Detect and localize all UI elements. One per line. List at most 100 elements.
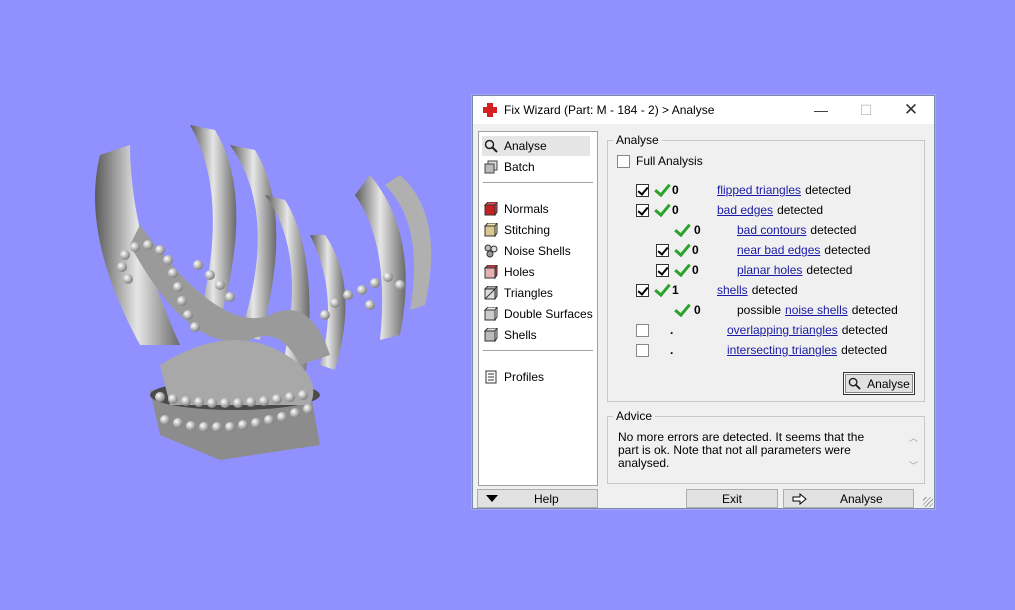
exit-button[interactable]: Exit: [686, 489, 778, 508]
check-icon: [674, 263, 690, 277]
near-bad-edges-row: 0 near bad edges detected: [656, 241, 870, 259]
analyse-next-button[interactable]: Analyse: [783, 489, 914, 508]
overlapping-triangles-row: . overlapping triangles detected: [636, 321, 888, 339]
planar-holes-row: 0 planar holes detected: [656, 261, 852, 279]
analyse-button-label: Analyse: [867, 376, 910, 391]
full-analysis-checkbox[interactable]: [617, 154, 630, 168]
bad-edges-row: 0 bad edges detected: [636, 201, 823, 219]
sidebar-item-label: Triangles: [504, 286, 553, 300]
result-suffix: detected: [777, 203, 824, 217]
triangle-down-icon: [486, 494, 498, 503]
close-button[interactable]: ✕: [888, 96, 934, 124]
noise-shells-icon: [484, 244, 498, 258]
intersecting-triangles-checkbox[interactable]: [636, 343, 649, 357]
title-bar[interactable]: Fix Wizard (Part: M - 184 - 2) > Analyse…: [473, 96, 934, 124]
check-icon: [654, 203, 670, 217]
sidebar-item-triangles[interactable]: Triangles: [483, 283, 553, 303]
analyse-group-label: Analyse: [613, 133, 662, 147]
wizard-sidebar: Analyse Batch Normals Stitching Noise Sh…: [478, 131, 598, 486]
intersecting-triangles-link[interactable]: intersecting triangles: [727, 343, 837, 357]
stitching-cube-icon: [483, 221, 498, 238]
result-count: 0: [692, 243, 699, 257]
sidebar-item-noise-shells[interactable]: Noise Shells: [484, 241, 571, 261]
planar-holes-checkbox[interactable]: [656, 263, 669, 277]
sidebar-item-holes[interactable]: Holes: [483, 262, 535, 282]
bad-contours-row: 0 bad contours detected: [674, 221, 856, 239]
sidebar-item-label: Double Surfaces: [504, 307, 593, 321]
sidebar-item-profiles[interactable]: Profiles: [484, 367, 544, 387]
analyse-next-button-label: Analyse: [840, 491, 883, 506]
magnifier-icon: [484, 139, 498, 153]
sidebar-item-shells[interactable]: Shells: [483, 325, 537, 345]
sidebar-item-label: Analyse: [504, 139, 547, 153]
sidebar-item-double-surfaces[interactable]: Double Surfaces: [483, 304, 593, 324]
shells-row: 1 shells detected: [636, 281, 798, 299]
window-title: Fix Wizard (Part: M - 184 - 2) > Analyse: [504, 103, 715, 117]
triangles-cube-icon: [483, 284, 498, 301]
shells-cube-icon: [483, 326, 498, 343]
sidebar-item-label: Shells: [504, 328, 537, 342]
fix-wizard-dialog: Fix Wizard (Part: M - 184 - 2) > Analyse…: [472, 95, 935, 509]
red-cross-icon: [482, 102, 498, 118]
check-icon: [674, 243, 690, 257]
exit-button-label: Exit: [721, 491, 742, 506]
result-count: 0: [694, 223, 701, 237]
near-bad-edges-checkbox[interactable]: [656, 243, 669, 257]
resize-grip[interactable]: [923, 497, 933, 507]
check-icon: [674, 303, 690, 317]
shells-checkbox[interactable]: [636, 283, 649, 297]
bad-edges-link[interactable]: bad edges: [717, 203, 773, 217]
sidebar-divider: [483, 182, 593, 183]
result-suffix: detected: [851, 303, 898, 317]
result-suffix: detected: [806, 263, 853, 277]
sidebar-item-label: Normals: [504, 202, 549, 216]
batch-icon: [484, 160, 498, 174]
bottom-bar: Help Exit Analyse: [473, 489, 934, 508]
flipped-triangles-row: 0 flipped triangles detected: [636, 181, 851, 199]
help-button[interactable]: Help: [477, 489, 598, 508]
shells-link[interactable]: shells: [717, 283, 748, 297]
advice-text: No more errors are detected. It seems th…: [618, 430, 865, 470]
sidebar-item-label: Holes: [504, 265, 535, 279]
full-analysis-option[interactable]: Full Analysis: [617, 152, 703, 170]
advice-group-label: Advice: [613, 409, 656, 423]
scroll-up-icon[interactable]: ︿: [909, 431, 918, 444]
noise-shells-row: 0 possible noise shells detected: [674, 301, 898, 319]
result-suffix: detected: [824, 243, 871, 257]
crown-3d-model: [95, 125, 432, 460]
sidebar-item-stitching[interactable]: Stitching: [483, 220, 550, 240]
planar-holes-link[interactable]: planar holes: [737, 263, 802, 277]
result-count: 0: [694, 303, 701, 317]
result-count: 0: [672, 203, 679, 217]
flipped-triangles-checkbox[interactable]: [636, 183, 649, 197]
scroll-down-icon[interactable]: ﹀: [909, 459, 918, 472]
result-count: .: [670, 323, 674, 337]
sidebar-item-analyse[interactable]: Analyse: [482, 136, 590, 156]
result-suffix: detected: [841, 343, 888, 357]
minimize-button[interactable]: —: [798, 96, 844, 124]
holes-cube-icon: [483, 263, 498, 280]
check-icon: [674, 223, 690, 237]
check-icon: [654, 183, 670, 197]
noise-shells-link[interactable]: noise shells: [785, 303, 848, 317]
overlapping-triangles-checkbox[interactable]: [636, 323, 649, 337]
near-bad-edges-link[interactable]: near bad edges: [737, 243, 820, 257]
sidebar-item-label: Batch: [504, 160, 535, 174]
advice-group: No more errors are detected. It seems th…: [607, 416, 925, 484]
sidebar-item-label: Profiles: [504, 370, 545, 384]
maximize-button[interactable]: ☐: [843, 96, 889, 124]
result-suffix: detected: [810, 223, 857, 237]
flipped-triangles-link[interactable]: flipped triangles: [717, 183, 801, 197]
bad-edges-checkbox[interactable]: [636, 203, 649, 217]
sidebar-item-label: Noise Shells: [504, 244, 571, 258]
bad-contours-link[interactable]: bad contours: [737, 223, 806, 237]
result-count: 0: [672, 183, 679, 197]
help-button-label: Help: [534, 491, 559, 506]
profiles-icon: [484, 370, 498, 384]
result-count: .: [670, 343, 674, 357]
analyse-button[interactable]: Analyse: [843, 372, 915, 395]
sidebar-item-batch[interactable]: Batch: [484, 157, 535, 177]
overlapping-triangles-link[interactable]: overlapping triangles: [727, 323, 838, 337]
sidebar-item-normals[interactable]: Normals: [483, 199, 549, 219]
full-analysis-label: Full Analysis: [636, 154, 703, 168]
